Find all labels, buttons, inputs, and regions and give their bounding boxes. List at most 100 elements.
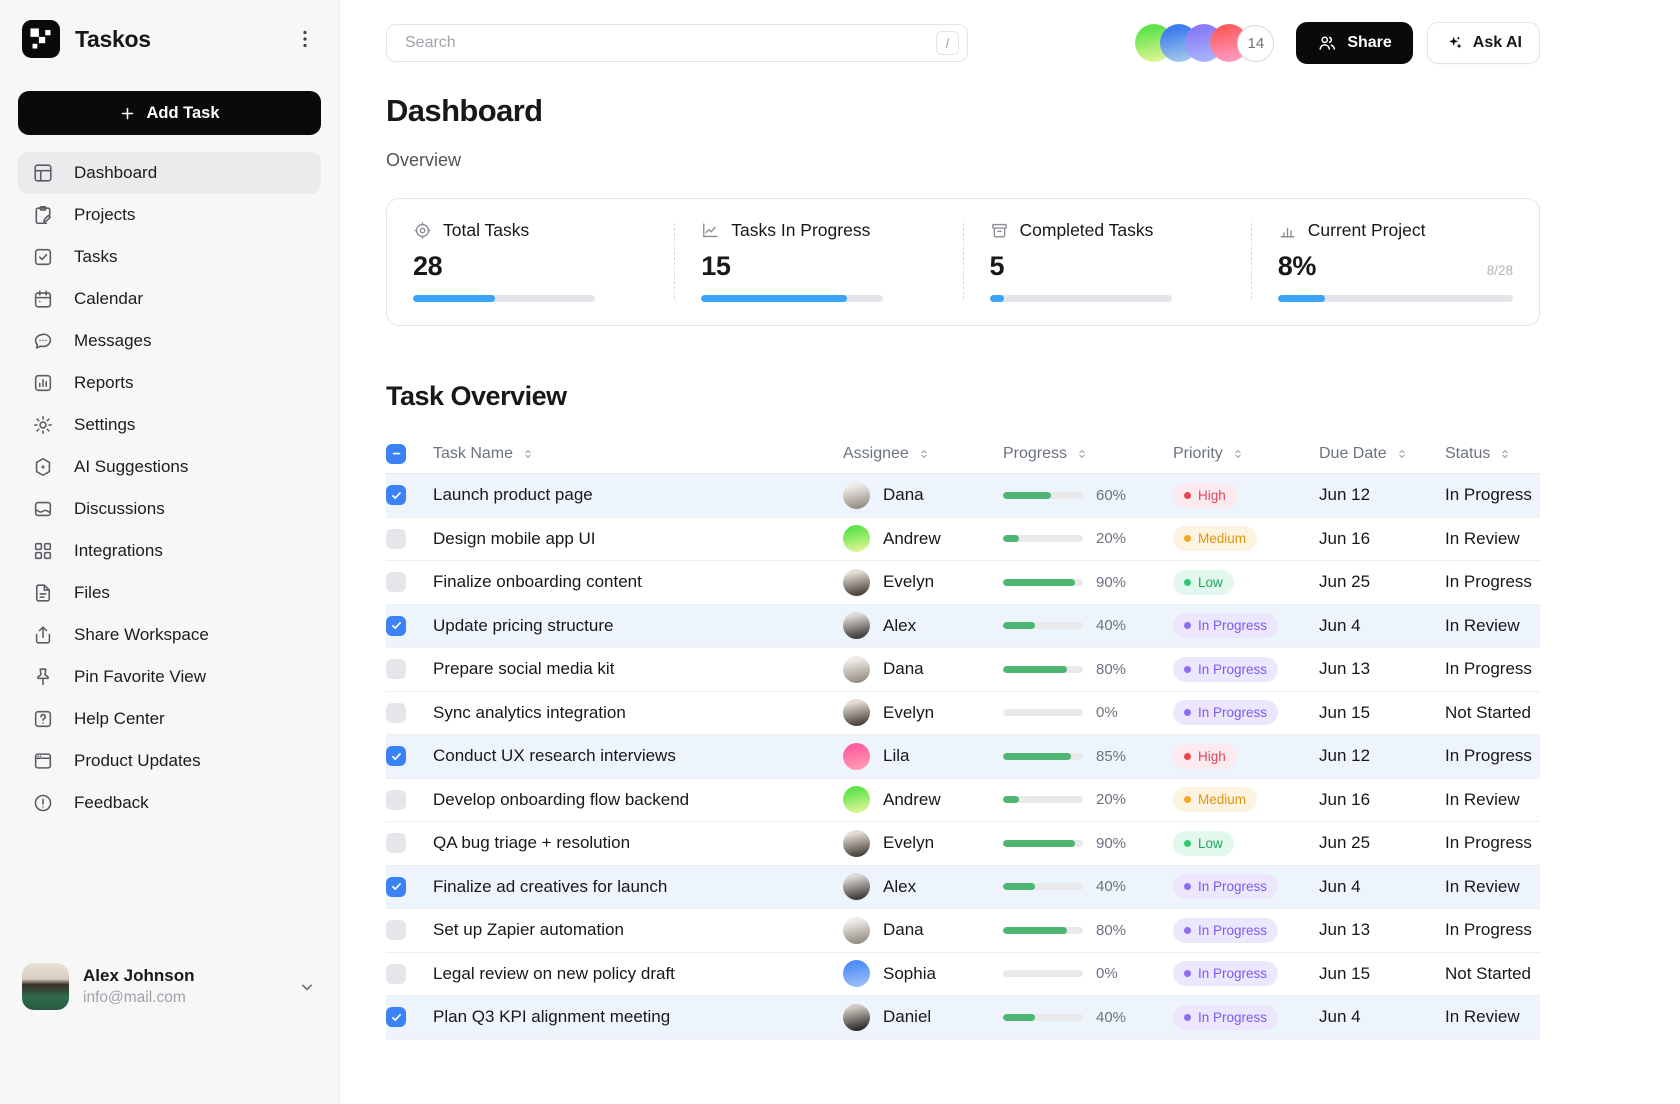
priority-badge: High xyxy=(1173,744,1237,769)
table-body: Launch product pageDana60%HighJun 12In P… xyxy=(386,474,1540,1040)
row-checkbox[interactable] xyxy=(386,746,406,766)
progress-percent: 90% xyxy=(1096,574,1126,591)
row-checkbox[interactable] xyxy=(386,833,406,853)
sidebar-item-product-updates[interactable]: Product Updates xyxy=(18,740,321,782)
priority-dot-icon xyxy=(1184,840,1191,847)
row-checkbox[interactable] xyxy=(386,616,406,636)
add-task-button[interactable]: Add Task xyxy=(18,91,321,135)
sidebar-item-label: Tasks xyxy=(74,247,117,267)
taskos-logo-icon xyxy=(22,20,60,58)
projects-icon xyxy=(32,204,54,226)
sidebar-item-projects[interactable]: Projects xyxy=(18,194,321,236)
user-profile[interactable]: Alex Johnson info@mail.com xyxy=(18,963,321,1010)
sidebar-item-dashboard[interactable]: Dashboard xyxy=(18,152,321,194)
product-updates-icon xyxy=(32,750,54,772)
sidebar-item-settings[interactable]: Settings xyxy=(18,404,321,446)
stat-card-current-project: Current Project8%8/28 xyxy=(1252,220,1539,302)
page-title: Dashboard xyxy=(386,93,1540,129)
progress-percent: 90% xyxy=(1096,835,1126,852)
column-header-due-date[interactable]: Due Date xyxy=(1319,445,1445,463)
progress-fill xyxy=(1003,796,1019,803)
column-header-status[interactable]: Status xyxy=(1445,445,1540,463)
sort-icon xyxy=(1075,447,1089,461)
sidebar-item-label: Integrations xyxy=(74,541,163,561)
row-checkbox[interactable] xyxy=(386,920,406,940)
table-row[interactable]: Conduct UX research interviewsLila85%Hig… xyxy=(386,735,1540,779)
member-count-badge[interactable]: 14 xyxy=(1237,25,1274,62)
member-avatar-stack xyxy=(1135,24,1248,62)
table-row[interactable]: QA bug triage + resolutionEvelyn90%LowJu… xyxy=(386,822,1540,866)
row-checkbox[interactable] xyxy=(386,877,406,897)
row-checkbox[interactable] xyxy=(386,529,406,549)
sidebar-item-pin-favorite-view[interactable]: Pin Favorite View xyxy=(18,656,321,698)
integrations-icon xyxy=(32,540,54,562)
assignee-avatar xyxy=(843,873,870,900)
sidebar-item-integrations[interactable]: Integrations xyxy=(18,530,321,572)
column-label: Due Date xyxy=(1319,445,1387,463)
priority-label: In Progress xyxy=(1198,966,1267,981)
row-checkbox[interactable] xyxy=(386,572,406,592)
sidebar-item-ai-suggestions[interactable]: AI Suggestions xyxy=(18,446,321,488)
table-row[interactable]: Set up Zapier automationDana80%In Progre… xyxy=(386,909,1540,953)
row-checkbox[interactable] xyxy=(386,1007,406,1027)
column-header-assignee[interactable]: Assignee xyxy=(843,445,1003,463)
table-row[interactable]: Develop onboarding flow backendAndrew20%… xyxy=(386,779,1540,823)
sidebar-item-reports[interactable]: Reports xyxy=(18,362,321,404)
priority-dot-icon xyxy=(1184,535,1191,542)
select-all-checkbox[interactable] xyxy=(386,444,406,464)
due-date: Jun 13 xyxy=(1319,920,1445,940)
column-header-priority[interactable]: Priority xyxy=(1173,445,1319,463)
sidebar-item-messages[interactable]: Messages xyxy=(18,320,321,362)
due-date: Jun 12 xyxy=(1319,485,1445,505)
table-row[interactable]: Legal review on new policy draftSophia0%… xyxy=(386,953,1540,997)
progress-fill xyxy=(1003,927,1067,934)
status-text: In Progress xyxy=(1445,485,1540,505)
sidebar-item-feedback[interactable]: Feedback xyxy=(18,782,321,824)
chevron-down-icon[interactable] xyxy=(297,977,317,997)
row-checkbox[interactable] xyxy=(386,485,406,505)
sidebar-item-share-workspace[interactable]: Share Workspace xyxy=(18,614,321,656)
search-input[interactable] xyxy=(403,33,928,53)
ask-ai-button[interactable]: Ask AI xyxy=(1427,22,1540,64)
progress-fill xyxy=(1003,753,1071,760)
row-checkbox[interactable] xyxy=(386,964,406,984)
sidebar-item-tasks[interactable]: Tasks xyxy=(18,236,321,278)
table-row[interactable]: Sync analytics integrationEvelyn0%In Pro… xyxy=(386,692,1540,736)
progress-track xyxy=(1003,753,1083,760)
table-row[interactable]: Finalize onboarding contentEvelyn90%LowJ… xyxy=(386,561,1540,605)
sidebar-item-calendar[interactable]: Calendar xyxy=(18,278,321,320)
table-row[interactable]: Plan Q3 KPI alignment meetingDaniel40%In… xyxy=(386,996,1540,1040)
sidebar-item-discussions[interactable]: Discussions xyxy=(18,488,321,530)
trend-icon xyxy=(701,221,720,240)
settings-icon xyxy=(32,414,54,436)
table-row[interactable]: Finalize ad creatives for launchAlex40%I… xyxy=(386,866,1540,910)
due-date: Jun 4 xyxy=(1319,877,1445,897)
table-row[interactable]: Prepare social media kitDana80%In Progre… xyxy=(386,648,1540,692)
progress-track xyxy=(1003,709,1083,716)
stat-card-tasks-in-progress: Tasks In Progress15 xyxy=(675,220,962,302)
sidebar-item-files[interactable]: Files xyxy=(18,572,321,614)
share-button[interactable]: Share xyxy=(1296,22,1412,64)
table-row[interactable]: Update pricing structureAlex40%In Progre… xyxy=(386,605,1540,649)
priority-badge: In Progress xyxy=(1173,1005,1278,1030)
column-header-progress[interactable]: Progress xyxy=(1003,445,1173,463)
task-name: QA bug triage + resolution xyxy=(433,833,843,853)
progress-track xyxy=(1003,579,1083,586)
priority-dot-icon xyxy=(1184,666,1191,673)
table-row[interactable]: Design mobile app UIAndrew20%MediumJun 1… xyxy=(386,518,1540,562)
progress-track xyxy=(1003,535,1083,542)
task-name: Design mobile app UI xyxy=(433,529,843,549)
search-box[interactable]: / xyxy=(386,24,968,62)
help-icon xyxy=(32,708,54,730)
row-checkbox[interactable] xyxy=(386,790,406,810)
kebab-menu-icon[interactable] xyxy=(293,27,317,51)
users-icon xyxy=(1317,33,1337,53)
app-root: Taskos Add Task DashboardProjectsTasksCa… xyxy=(0,0,1680,1104)
user-email: info@mail.com xyxy=(83,989,283,1007)
table-row[interactable]: Launch product pageDana60%HighJun 12In P… xyxy=(386,474,1540,518)
sidebar-item-help-center[interactable]: Help Center xyxy=(18,698,321,740)
column-header-task-name[interactable]: Task Name xyxy=(433,445,843,463)
row-checkbox[interactable] xyxy=(386,703,406,723)
task-name: Launch product page xyxy=(433,485,843,505)
row-checkbox[interactable] xyxy=(386,659,406,679)
